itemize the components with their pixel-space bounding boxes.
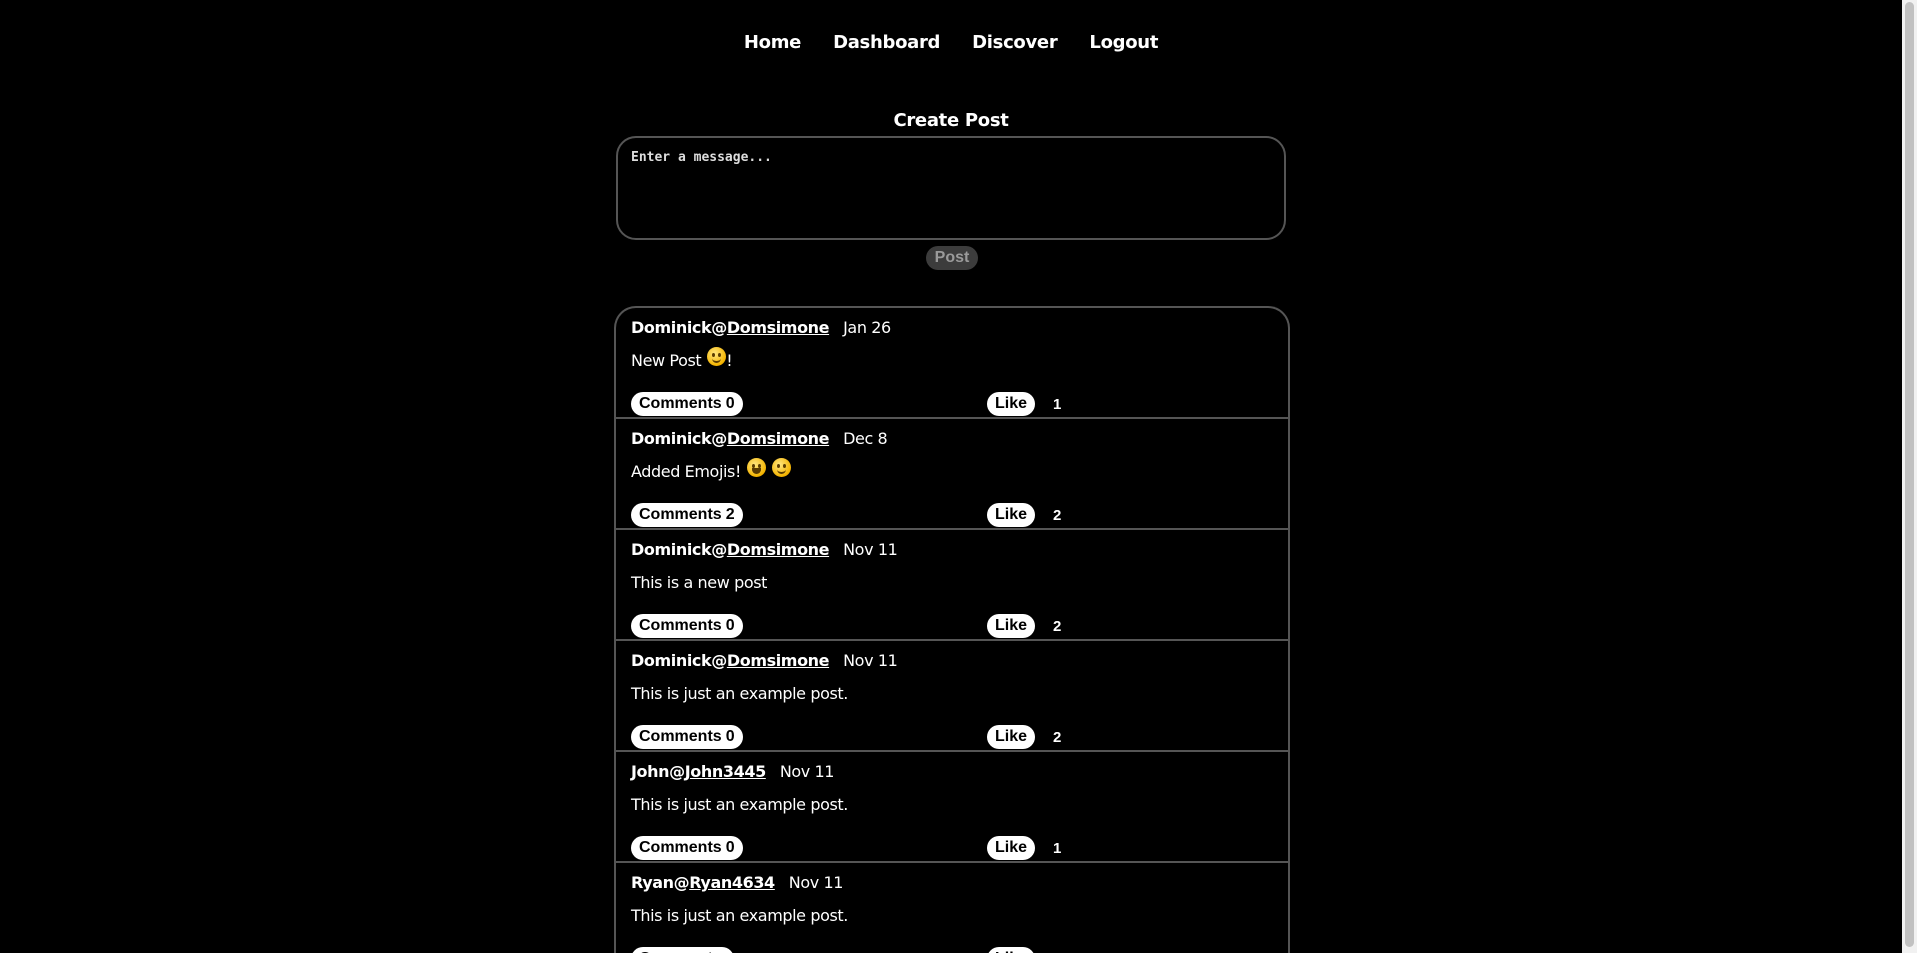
nav-discover-link[interactable]: Discover <box>972 32 1058 53</box>
post-header: Dominick@Domsimone Dec 8 <box>631 429 888 448</box>
post-card: Dominick@Domsimone Nov 11 This is just an… <box>616 641 1288 752</box>
vertical-scrollbar[interactable] <box>1902 0 1917 953</box>
post-header: Ryan@Ryan4634 Nov 11 <box>631 873 843 892</box>
post-card: John@John3445 Nov 11 This is just an exam… <box>616 752 1288 863</box>
grinning-face-emoji <box>747 458 766 477</box>
comments-count: 0 <box>725 839 735 856</box>
post-author-handle-link[interactable]: Domsimone <box>727 318 830 337</box>
post-body: This is a new post <box>631 573 767 592</box>
like-count: 2 <box>1053 729 1062 746</box>
post-author-name: Dominick <box>631 318 712 337</box>
post-feed: Dominick@Domsimone Jan 26 New Post! Comme… <box>614 306 1290 953</box>
nav-home-link[interactable]: Home <box>744 32 802 53</box>
post-card: Ryan@Ryan4634 Nov 11 This is just an exam… <box>616 863 1288 953</box>
post-text-suffix: ! <box>726 351 733 370</box>
comments-label: Comments <box>639 506 722 523</box>
post-author-name: Dominick <box>631 429 712 448</box>
post-header: Dominick@Domsimone Nov 11 <box>631 540 898 559</box>
post-date: Nov 11 <box>843 651 898 670</box>
comments-label: Comments <box>639 839 722 856</box>
post-button[interactable]: Post <box>926 246 978 270</box>
like-button[interactable]: Like <box>987 836 1035 860</box>
post-date: Nov 11 <box>843 540 898 559</box>
post-header: Dominick@Domsimone Jan 26 <box>631 318 891 337</box>
post-author-handle-link[interactable]: Domsimone <box>727 651 830 670</box>
post-card: Dominick@Domsimone Dec 8 Added Emojis! Co… <box>616 419 1288 530</box>
post-body: This is just an example post. <box>631 906 848 925</box>
comments-button[interactable]: Comments <box>631 947 734 953</box>
at-sign: @ <box>711 651 727 670</box>
post-body: This is just an example post. <box>631 684 848 703</box>
nav-dashboard-link[interactable]: Dashboard <box>833 32 940 53</box>
post-author-name: Ryan <box>631 873 674 892</box>
at-sign: @ <box>711 318 727 337</box>
top-nav: Home Dashboard Discover Logout <box>0 32 1902 53</box>
like-button[interactable]: Like <box>987 614 1035 638</box>
nav-logout-link[interactable]: Logout <box>1089 32 1158 53</box>
like-count: 2 <box>1053 507 1062 524</box>
post-date: Jan 26 <box>843 318 891 337</box>
comments-count: 2 <box>725 506 735 523</box>
slightly-smiling-face-emoji <box>772 458 791 477</box>
like-button[interactable]: Like <box>987 947 1035 953</box>
comments-button[interactable]: Comments 2 <box>631 503 743 527</box>
post-date: Nov 11 <box>788 873 844 892</box>
post-text: This is a new post <box>631 573 768 592</box>
comments-count: 0 <box>725 617 735 634</box>
post-text: New Post <box>631 351 702 370</box>
post-author-name: John <box>631 762 670 781</box>
post-text: Added Emojis! <box>631 462 741 481</box>
post-author-handle-link[interactable]: Domsimone <box>727 540 830 559</box>
at-sign: @ <box>711 429 727 448</box>
comments-button[interactable]: Comments 0 <box>631 614 743 638</box>
post-text: This is just an example post. <box>631 684 848 703</box>
like-button[interactable]: Like <box>987 725 1035 749</box>
post-author-name: Dominick <box>631 651 712 670</box>
post-author-handle-link[interactable]: Domsimone <box>727 429 830 448</box>
comments-label: Comments <box>639 617 722 634</box>
page: Home Dashboard Discover Logout Create Po… <box>0 0 1902 953</box>
like-button[interactable]: Like <box>987 503 1035 527</box>
post-text: This is just an example post. <box>631 906 848 925</box>
post-author-handle-link[interactable]: John3445 <box>685 762 766 781</box>
slightly-smiling-face-emoji <box>707 347 727 366</box>
post-body: This is just an example post. <box>631 795 848 814</box>
post-author-name: Dominick <box>631 540 712 559</box>
post-card: Dominick@Domsimone Jan 26 New Post! Comme… <box>616 308 1288 419</box>
like-count: 1 <box>1053 396 1062 413</box>
like-button[interactable]: Like <box>987 392 1035 416</box>
post-date: Nov 11 <box>779 762 835 781</box>
at-sign: @ <box>669 762 685 781</box>
post-body: Added Emojis! <box>631 458 791 481</box>
create-post-title: Create Post <box>893 110 1009 131</box>
comments-count: 0 <box>725 728 735 745</box>
post-header: Dominick@Domsimone Nov 11 <box>631 651 898 670</box>
post-header: John@John3445 Nov 11 <box>631 762 834 781</box>
message-input[interactable] <box>616 136 1286 240</box>
post-card: Dominick@Domsimone Nov 11 This is a new p… <box>616 530 1288 641</box>
like-count: 1 <box>1053 840 1062 857</box>
post-date: Dec 8 <box>843 429 888 448</box>
post-text: This is just an example post. <box>631 795 848 814</box>
scrollbar-thumb[interactable] <box>1905 2 1914 947</box>
comments-label: Comments <box>639 728 722 745</box>
post-body: New Post! <box>631 347 733 370</box>
comments-button[interactable]: Comments 0 <box>631 392 743 416</box>
comments-count: 0 <box>725 395 735 412</box>
at-sign: @ <box>673 873 690 892</box>
comments-button[interactable]: Comments 0 <box>631 725 743 749</box>
post-author-handle-link[interactable]: Ryan4634 <box>689 873 775 892</box>
comments-button[interactable]: Comments 0 <box>631 836 743 860</box>
comments-label: Comments <box>639 395 722 412</box>
like-count: 2 <box>1053 618 1062 635</box>
at-sign: @ <box>711 540 727 559</box>
